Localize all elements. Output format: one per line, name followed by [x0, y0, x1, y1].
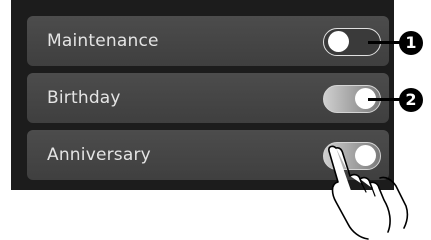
callout-badge-2: 2: [399, 88, 423, 112]
callout-line-1: [368, 41, 401, 44]
callout-line-2: [368, 98, 401, 101]
callout-badge-1: 1: [399, 31, 423, 55]
toggle-knob: [328, 31, 349, 52]
hand-pointer-icon: [328, 145, 409, 240]
setting-label-anniversary: Anniversary: [47, 145, 151, 165]
setting-row-birthday[interactable]: Birthday: [27, 73, 389, 123]
setting-label-birthday: Birthday: [47, 88, 121, 108]
setting-label-maintenance: Maintenance: [47, 31, 159, 51]
setting-row-maintenance[interactable]: Maintenance: [27, 16, 389, 66]
